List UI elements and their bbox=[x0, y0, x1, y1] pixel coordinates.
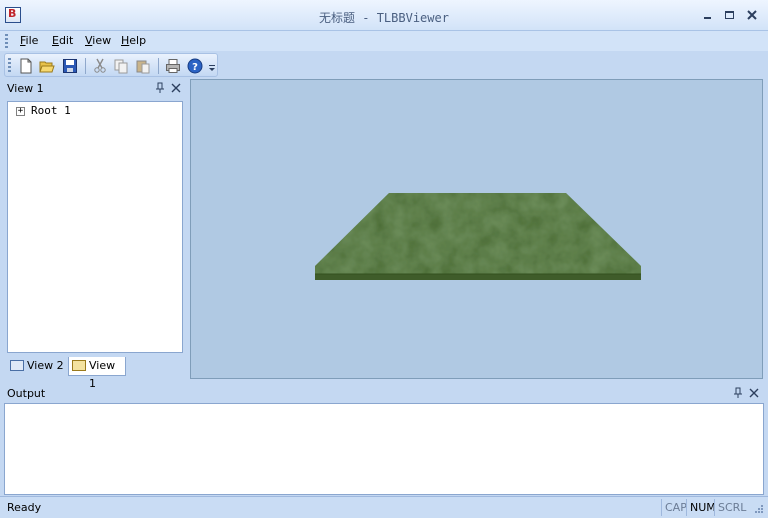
menu-edit[interactable]: Edit bbox=[52, 34, 73, 47]
new-icon bbox=[20, 58, 32, 74]
print-button[interactable] bbox=[165, 58, 181, 73]
output-close-button[interactable] bbox=[749, 387, 759, 402]
menu-help[interactable]: Help bbox=[121, 34, 146, 47]
viewport-canvas bbox=[315, 193, 641, 280]
tab-view-2[interactable]: View 2 bbox=[7, 357, 67, 376]
save-button[interactable] bbox=[62, 58, 78, 73]
toolbar-separator bbox=[85, 58, 86, 74]
status-text: Ready bbox=[7, 501, 42, 514]
view1-close-button[interactable] bbox=[171, 82, 181, 97]
menu-grip[interactable] bbox=[5, 34, 8, 48]
render-viewport[interactable] bbox=[190, 79, 763, 379]
tree-expander[interactable]: + bbox=[16, 107, 25, 116]
view1-pin-button[interactable] bbox=[155, 82, 165, 97]
save-icon bbox=[63, 59, 77, 73]
scene-tree[interactable]: + Root 1 bbox=[7, 101, 183, 353]
cut-icon bbox=[94, 58, 106, 73]
terrain-mesh bbox=[315, 193, 641, 280]
view-tabs: View 2 View 1 bbox=[7, 356, 187, 390]
window-title: 无标题 - TLBBViewer bbox=[319, 11, 449, 25]
copy-icon bbox=[114, 59, 128, 74]
copy-button[interactable] bbox=[113, 58, 129, 74]
output-console[interactable] bbox=[4, 403, 764, 495]
help-icon: ? bbox=[187, 58, 203, 74]
toolbar-grip[interactable] bbox=[8, 58, 11, 72]
toolbar-overflow-button[interactable] bbox=[208, 63, 216, 73]
status-scrl: SCRL bbox=[714, 499, 749, 516]
view-icon bbox=[72, 360, 86, 371]
view1-panel-header: View 1 bbox=[4, 80, 188, 98]
menu-file[interactable]: File bbox=[20, 34, 38, 47]
tab-view-1[interactable]: View 1 bbox=[68, 357, 126, 390]
pin-icon bbox=[734, 387, 742, 398]
tree-node-label[interactable]: Root 1 bbox=[31, 104, 71, 117]
tree-node[interactable]: + Root 1 bbox=[8, 102, 182, 118]
view-icon bbox=[10, 360, 24, 371]
menu-mnemonic: V bbox=[85, 34, 93, 47]
new-button[interactable] bbox=[18, 58, 34, 74]
help-button[interactable]: ? bbox=[187, 58, 203, 74]
svg-text:?: ? bbox=[192, 62, 198, 73]
output-panel-header: Output bbox=[4, 386, 764, 402]
resize-grip[interactable] bbox=[754, 504, 764, 514]
close-icon bbox=[171, 83, 181, 93]
toolbar: ? bbox=[4, 53, 218, 77]
minimize-button[interactable] bbox=[701, 9, 715, 21]
output-pin-button[interactable] bbox=[733, 387, 743, 402]
menu-mnemonic: E bbox=[52, 34, 59, 47]
open-icon bbox=[39, 61, 55, 73]
maximize-button[interactable] bbox=[723, 9, 737, 21]
minimize-icon bbox=[704, 17, 711, 19]
paste-button[interactable] bbox=[135, 58, 151, 74]
pin-icon bbox=[156, 82, 164, 93]
tab-label: View 2 bbox=[27, 359, 64, 372]
paste-icon bbox=[136, 60, 150, 74]
toolbar-separator bbox=[158, 58, 159, 74]
close-icon bbox=[747, 10, 757, 20]
close-icon bbox=[749, 388, 759, 398]
menu-view[interactable]: View bbox=[85, 34, 111, 47]
close-button[interactable] bbox=[745, 9, 759, 21]
print-icon bbox=[166, 59, 180, 73]
view1-panel-title: View 1 bbox=[7, 82, 44, 95]
cut-button[interactable] bbox=[92, 58, 108, 73]
menu-mnemonic: H bbox=[121, 34, 130, 47]
open-button[interactable] bbox=[39, 58, 55, 73]
status-bar: Ready CAP NUM SCRL bbox=[0, 496, 768, 518]
menu-mnemonic: F bbox=[20, 34, 26, 47]
menu-bar: File Edit View Help bbox=[0, 31, 768, 51]
output-panel-title: Output bbox=[7, 387, 46, 400]
grip-icon bbox=[755, 505, 763, 513]
overflow-icon bbox=[209, 65, 215, 71]
title-bar[interactable]: B 无标题 - TLBBViewer bbox=[0, 0, 768, 31]
restore-icon bbox=[725, 11, 734, 19]
